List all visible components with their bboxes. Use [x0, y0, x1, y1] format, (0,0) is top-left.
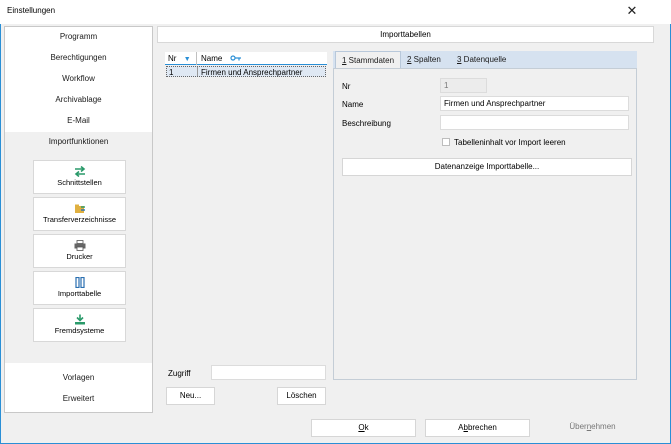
key-icon [229, 55, 241, 61]
cancel-button[interactable]: Abbrechen [425, 419, 530, 437]
tile-drucker[interactable]: Drucker [33, 234, 126, 268]
table-columns-icon [74, 277, 85, 288]
nav-item-archivablage[interactable]: Archivablage [5, 90, 152, 110]
tab-spalten[interactable]: 2 Spalten [401, 51, 447, 69]
column-name-header[interactable]: Name [201, 54, 242, 63]
window-title: Einstellungen [7, 6, 56, 15]
nav-item-programm[interactable]: Programm [5, 27, 152, 47]
table-row[interactable]: 1 Firmen und Ansprechpartner [166, 66, 326, 77]
ok-button[interactable]: Ok [311, 419, 416, 437]
row-divider [197, 67, 198, 76]
tile-fremdsysteme[interactable]: Fremdsysteme [33, 308, 126, 342]
row-name: Firmen und Ansprechpartner [201, 68, 303, 77]
description-field[interactable] [440, 115, 629, 130]
nav-item-berechtigungen[interactable]: Berechtigungen [5, 48, 152, 68]
tile-importtabelle[interactable]: Importtabelle [33, 271, 126, 305]
close-icon[interactable]: ✕ [624, 3, 640, 19]
description-label: Beschreibung [342, 119, 391, 128]
tile-schnittstellen[interactable]: Schnittstellen [33, 160, 126, 194]
apply-button[interactable]: Übernehmen [540, 419, 645, 437]
folder-transfer-icon [74, 204, 85, 213]
nr-field: 1 [440, 78, 487, 93]
tile-label: Importtabelle [57, 289, 102, 298]
tab-datenquelle[interactable]: 3 Datenquelle [451, 51, 512, 69]
tile-label: Fremdsysteme [54, 326, 105, 335]
column-nr-label: Nr [168, 54, 177, 63]
tile-transferverzeichnisse[interactable]: Transferverzeichnisse [33, 197, 126, 231]
column-name-label: Name [201, 54, 223, 63]
nav-item-erweitert[interactable]: Erweitert [5, 389, 152, 409]
zugriff-field[interactable] [211, 365, 326, 380]
name-field[interactable]: Firmen und Ansprechpartner [440, 96, 629, 111]
clear-table-checkbox[interactable] [442, 138, 450, 146]
new-button[interactable]: Neu... [166, 387, 215, 405]
title-bar [0, 0, 671, 24]
printer-icon [74, 240, 85, 251]
delete-button[interactable]: Löschen [277, 387, 326, 405]
nr-label: Nr [342, 82, 351, 91]
tile-label: Transferverzeichnisse [42, 215, 117, 224]
row-nr: 1 [169, 68, 174, 77]
download-icon [74, 314, 85, 325]
column-divider [196, 52, 197, 65]
sort-arrow-icon: ▼ [183, 56, 191, 63]
nav-item-vorlagen[interactable]: Vorlagen [5, 368, 152, 388]
nav-item-email[interactable]: E-Mail [5, 111, 152, 131]
tile-label: Schnittstellen [57, 178, 102, 187]
column-nr-header[interactable]: Nr ▼ [168, 54, 191, 63]
name-label: Name [342, 100, 364, 109]
clear-table-label: Tabelleninhalt vor Import leeren [454, 138, 566, 147]
zugriff-label: Zugriff [168, 369, 191, 378]
nav-item-workflow[interactable]: Workflow [5, 69, 152, 89]
arrows-swap-icon [74, 166, 85, 177]
nav-item-importfunktionen[interactable]: Importfunktionen [5, 132, 152, 152]
data-view-button[interactable]: Datenanzeige Importtabelle... [342, 158, 632, 176]
tab-stammdaten[interactable]: 1 Stammdaten [335, 51, 402, 69]
section-header: Importtabellen [157, 26, 654, 43]
tile-label: Drucker [66, 252, 93, 261]
